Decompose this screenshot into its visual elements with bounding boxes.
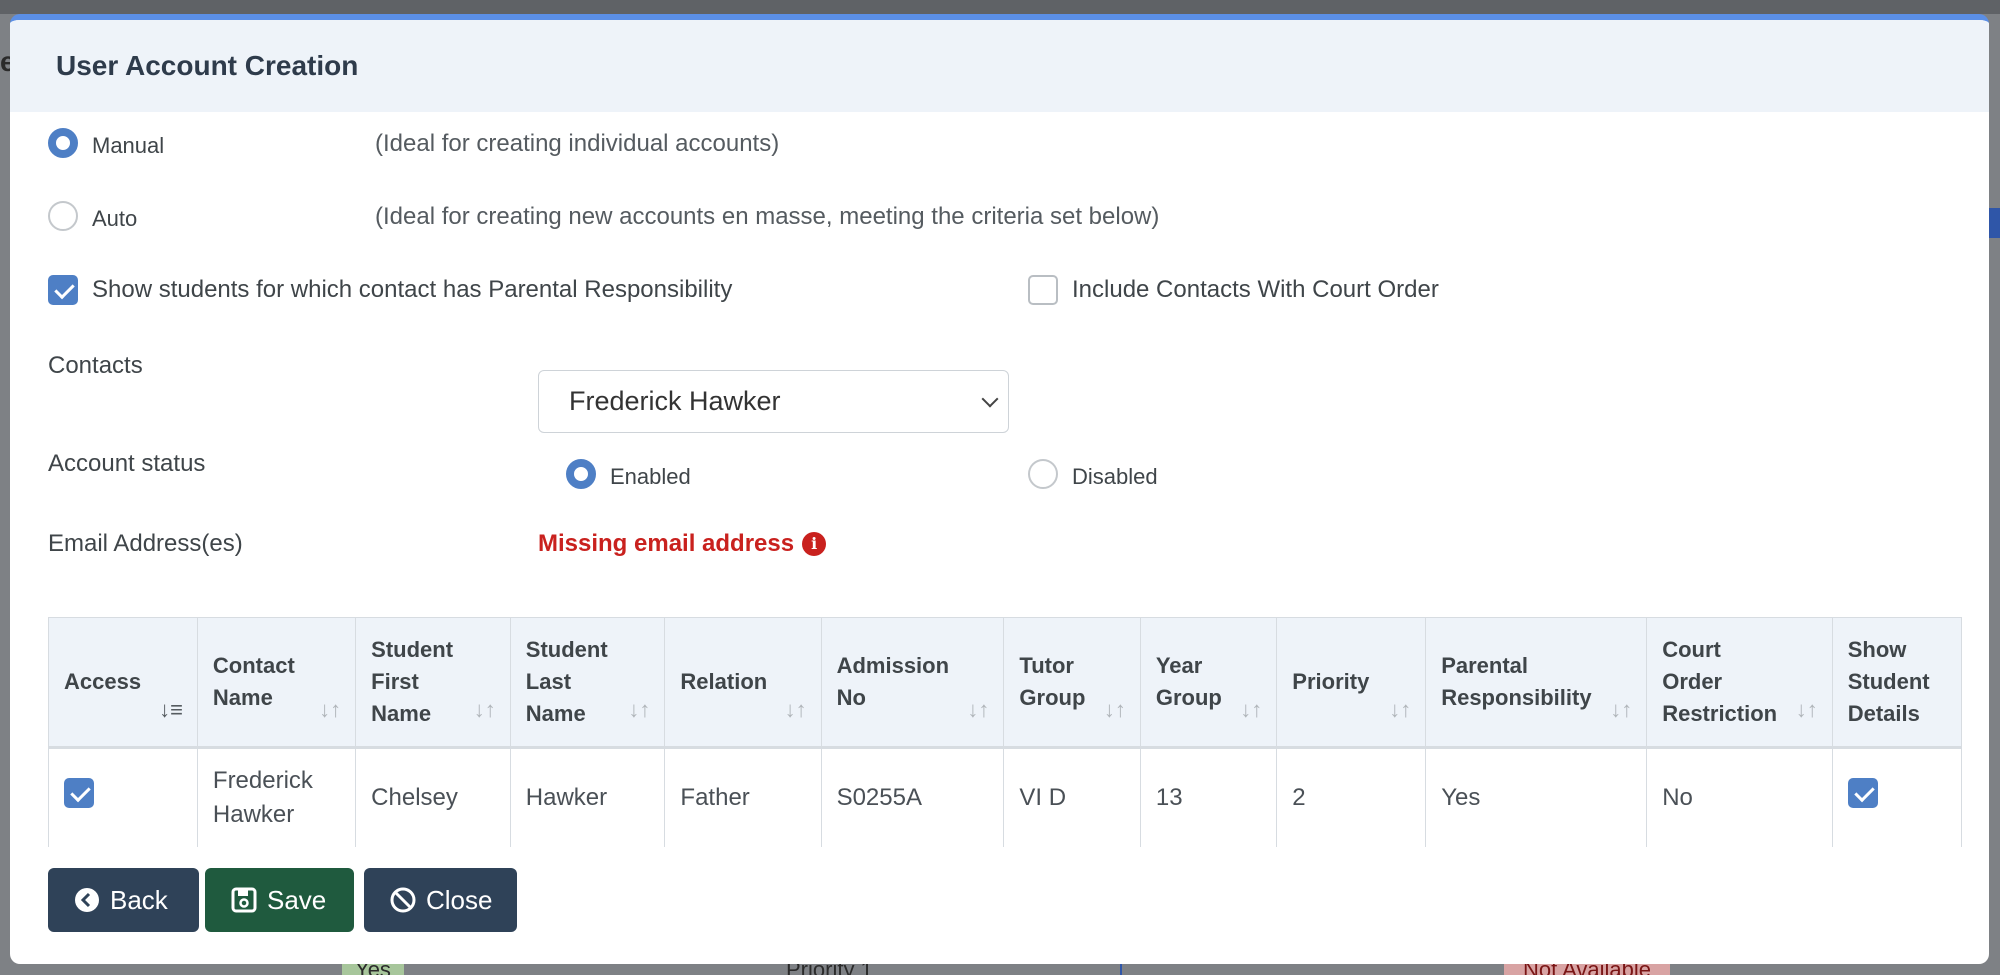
header-label: Admission No — [836, 653, 950, 710]
header-access[interactable]: Access ↓≡ — [48, 617, 198, 749]
parental-responsibility-label[interactable]: Show students for which contact has Pare… — [92, 276, 732, 304]
modal-body: Manual (Ideal for creating individual ac… — [10, 112, 1989, 964]
floppy-disk-icon — [231, 887, 257, 913]
info-icon[interactable]: i — [802, 532, 827, 556]
cell-year-group: 13 — [1139, 747, 1278, 847]
table-header-row: Access ↓≡ Contact Name ↓↑ Student First Na… — [48, 617, 1962, 749]
manual-hint: (Ideal for creating individual accounts) — [375, 130, 780, 157]
court-order-label[interactable]: Include Contacts With Court Order — [1072, 276, 1439, 304]
header-court-order-restriction[interactable]: Court Order Restriction ↓↑ — [1646, 617, 1833, 749]
header-label: Priority — [1292, 669, 1370, 694]
header-student-first-name[interactable]: Student First Name ↓↑ — [355, 617, 511, 749]
header-label: Show Student Details — [1847, 637, 1930, 726]
enabled-radio[interactable] — [566, 459, 596, 489]
save-label: Save — [267, 884, 327, 915]
auto-radio[interactable] — [48, 201, 78, 231]
cell-priority: 2 — [1276, 747, 1427, 847]
header-show-student-details[interactable]: Show Student Details — [1831, 617, 1962, 749]
cell-last-name: Hawker — [509, 747, 666, 847]
header-label: Student First Name — [371, 637, 454, 726]
enabled-label[interactable]: Enabled — [610, 464, 691, 490]
account-status-label: Account status — [48, 450, 206, 477]
chevron-left-circle-icon — [74, 887, 100, 913]
header-student-last-name[interactable]: Student Last Name ↓↑ — [509, 617, 666, 749]
disabled-label[interactable]: Disabled — [1072, 464, 1158, 490]
header-label: Relation — [680, 669, 768, 694]
manual-label[interactable]: Manual — [92, 133, 164, 159]
cell-first-name: Chelsey — [355, 747, 511, 847]
sort-icon[interactable]: ↓≡ — [159, 694, 183, 726]
header-label: Access — [64, 669, 142, 694]
close-label: Close — [426, 884, 493, 915]
backdrop-top-bar — [0, 0, 2000, 14]
sort-icon[interactable]: ↓↑ — [785, 694, 807, 726]
user-account-creation-modal: User Account Creation Manual (Ideal for … — [10, 14, 1989, 964]
sort-icon[interactable]: ↓↑ — [1389, 694, 1411, 726]
sort-icon[interactable]: ↓↑ — [628, 694, 650, 726]
sort-icon[interactable]: ↓↑ — [1610, 694, 1632, 726]
cell-admission-no: S0255A — [820, 747, 1005, 847]
header-label: Court Order Restriction — [1662, 637, 1778, 726]
cell-relation: Father — [664, 747, 822, 847]
header-contact-name[interactable]: Contact Name ↓↑ — [196, 617, 357, 749]
table-row: Frederick Hawker Chelsey Hawker Father S… — [48, 747, 1962, 847]
header-admission-no[interactable]: Admission No ↓↑ — [820, 617, 1005, 749]
close-button[interactable]: Close — [364, 868, 517, 932]
contacts-label: Contacts — [48, 352, 143, 379]
contacts-table-wrapper[interactable]: Access ↓≡ Contact Name ↓↑ Student First Na… — [48, 617, 1962, 847]
court-order-checkbox[interactable] — [1028, 275, 1058, 305]
back-label: Back — [110, 884, 168, 915]
back-button[interactable]: Back — [48, 868, 199, 932]
auto-label[interactable]: Auto — [92, 206, 137, 232]
contact-name-value: Frederick Hawker — [212, 767, 313, 828]
contacts-select[interactable]: Frederick Hawker — [538, 370, 1009, 433]
chevron-down-icon — [981, 390, 999, 408]
email-error-text: Missing email address — [538, 530, 795, 557]
cell-court-order-restriction: No — [1646, 747, 1833, 847]
header-tutor-group[interactable]: Tutor Group ↓↑ — [1003, 617, 1141, 749]
header-label: Contact Name — [212, 653, 295, 710]
contacts-table: Access ↓≡ Contact Name ↓↑ Student First Na… — [48, 617, 1962, 847]
header-label: Tutor Group — [1019, 653, 1086, 710]
header-label: Student Last Name — [525, 637, 608, 726]
sort-icon[interactable]: ↓↑ — [319, 694, 341, 726]
parental-responsibility-checkbox[interactable] — [48, 275, 78, 305]
cell-show-details — [1831, 747, 1962, 847]
header-year-group[interactable]: Year Group ↓↑ — [1139, 617, 1278, 749]
save-button[interactable]: Save — [205, 868, 354, 932]
header-label: Parental Responsibility — [1441, 653, 1592, 710]
header-parental-responsibility[interactable]: Parental Responsibility ↓↑ — [1425, 617, 1648, 749]
sort-icon[interactable]: ↓↑ — [474, 694, 496, 726]
modal-header: User Account Creation — [10, 20, 1989, 112]
modal-title: User Account Creation — [56, 50, 359, 81]
cell-access — [48, 747, 198, 847]
sort-icon[interactable]: ↓↑ — [1104, 694, 1126, 726]
cell-tutor-group: VI D — [1003, 747, 1141, 847]
cell-parental-responsibility: Yes — [1425, 747, 1648, 847]
disabled-radio[interactable] — [1028, 459, 1058, 489]
sort-icon[interactable]: ↓↑ — [1796, 694, 1818, 726]
contacts-selected-value: Frederick Hawker — [569, 386, 781, 416]
email-label: Email Address(es) — [48, 530, 243, 557]
ban-icon — [390, 887, 416, 913]
header-relation[interactable]: Relation ↓↑ — [664, 617, 822, 749]
show-details-checkbox[interactable] — [1847, 778, 1878, 808]
access-checkbox[interactable] — [64, 778, 94, 808]
manual-radio[interactable] — [48, 128, 78, 158]
header-priority[interactable]: Priority ↓↑ — [1276, 617, 1427, 749]
sort-icon[interactable]: ↓↑ — [967, 694, 989, 726]
email-error: Missing email address i — [538, 530, 827, 558]
auto-hint: (Ideal for creating new accounts en mass… — [375, 203, 1160, 230]
header-label: Year Group — [1155, 653, 1222, 710]
cell-contact-name: Frederick Hawker — [196, 747, 357, 847]
sort-icon[interactable]: ↓↑ — [1240, 694, 1262, 726]
